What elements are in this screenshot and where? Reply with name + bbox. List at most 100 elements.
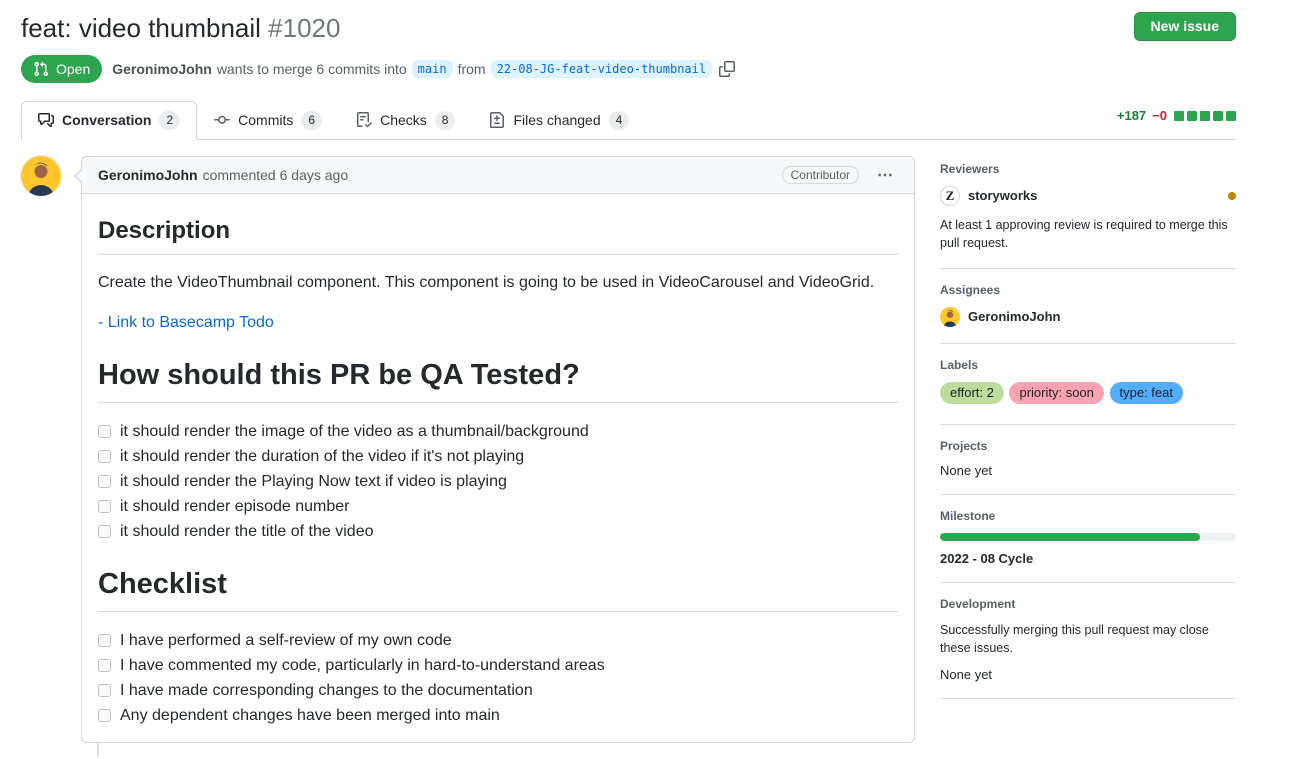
sidebar-section-projects: Projects None yet	[940, 425, 1236, 495]
pr-action-text: wants to merge 6 commits into	[217, 61, 407, 77]
projects-value: None yet	[940, 463, 1236, 478]
diff-block	[1226, 111, 1236, 121]
milestone-progress-fill	[940, 533, 1200, 541]
qa-task-list: it should render the image of the video …	[98, 419, 898, 544]
checklist-icon	[356, 112, 372, 128]
new-issue-button[interactable]: New issue	[1134, 12, 1236, 41]
assignee-name: GeronimoJohn	[968, 309, 1060, 324]
assignee-avatar	[940, 307, 960, 327]
timeline-line	[97, 743, 99, 757]
pr-tabnav: Conversation 2 Commits 6 Checks 8 Files …	[21, 101, 1236, 140]
task-item: it should render the title of the video	[98, 519, 898, 544]
tab-checks-label: Checks	[380, 112, 427, 128]
task-item: it should render the image of the video …	[98, 419, 898, 444]
reviewers-heading: Reviewers	[940, 162, 1236, 176]
page-title: feat: video thumbnail #1020	[21, 12, 340, 45]
diff-block	[1187, 111, 1197, 121]
label-priority[interactable]: priority: soon	[1009, 382, 1103, 404]
task-checkbox	[98, 709, 111, 722]
comment-discussion-icon	[38, 112, 54, 128]
assignees-heading: Assignees	[940, 283, 1236, 297]
description-text: Create the VideoThumbnail component. Thi…	[98, 271, 898, 295]
review-requirement-note: At least 1 approving review is required …	[940, 216, 1236, 252]
task-label: Any dependent changes have been merged i…	[120, 703, 500, 728]
sidebar-section-assignees: Assignees GeronimoJohn	[940, 269, 1236, 344]
head-branch-label[interactable]: 22-08-JG-feat-video-thumbnail	[491, 60, 713, 78]
status-badge: Open	[21, 55, 102, 83]
task-item: it should render the Playing Now text if…	[98, 469, 898, 494]
pr-from-text: from	[458, 61, 486, 77]
tab-files-changed-label: Files changed	[513, 112, 600, 128]
task-checkbox	[98, 425, 111, 438]
diff-block	[1200, 111, 1210, 121]
milestone-progress-track	[940, 533, 1236, 541]
pr-title-text: feat: video thumbnail	[21, 13, 261, 43]
checklist-task-list: I have performed a self-review of my own…	[98, 628, 898, 728]
task-label: it should render the Playing Now text if…	[120, 469, 507, 494]
diffstat-deletions: −0	[1152, 108, 1167, 123]
tab-conversation-label: Conversation	[62, 112, 151, 128]
tab-conversation[interactable]: Conversation 2	[21, 101, 197, 140]
task-item: I have commented my code, particularly i…	[98, 653, 898, 678]
task-item: I have performed a self-review of my own…	[98, 628, 898, 653]
diffstat-additions: +187	[1117, 108, 1146, 123]
task-item: it should render episode number	[98, 494, 898, 519]
diffstat[interactable]: +187 −0	[1117, 108, 1236, 131]
task-item: I have made corresponding changes to the…	[98, 678, 898, 703]
reviewer-row[interactable]: Z storyworks	[940, 186, 1236, 206]
tab-checks[interactable]: Checks 8	[339, 101, 472, 140]
base-branch-label[interactable]: main	[412, 60, 453, 78]
projects-heading: Projects	[940, 439, 1236, 453]
comment-author-link[interactable]: GeronimoJohn	[98, 167, 198, 183]
contributor-badge: Contributor	[782, 166, 859, 184]
pr-meta-row: Open GeronimoJohn wants to merge 6 commi…	[21, 55, 1236, 83]
basecamp-link[interactable]: - Link to Basecamp Todo	[98, 314, 274, 331]
task-item: it should render the duration of the vid…	[98, 444, 898, 469]
assignee-row[interactable]: GeronimoJohn	[940, 307, 1236, 327]
milestone-heading: Milestone	[940, 509, 1236, 523]
author-avatar[interactable]	[21, 156, 61, 196]
qa-heading: How should this PR be QA Tested?	[98, 357, 898, 403]
description-heading: Description	[98, 216, 898, 255]
task-label: it should render the image of the video …	[120, 419, 589, 444]
pr-author-link[interactable]: GeronimoJohn	[112, 61, 212, 77]
comment-header: GeronimoJohn commented 6 days ago Contri…	[82, 157, 914, 194]
development-heading: Development	[940, 597, 1236, 611]
reviewer-avatar: Z	[940, 186, 960, 206]
labels-list: effort: 2 priority: soon type: feat	[940, 382, 1236, 408]
timeline-comment: GeronimoJohn commented 6 days ago Contri…	[21, 156, 915, 744]
milestone-name[interactable]: 2022 - 08 Cycle	[940, 551, 1236, 566]
file-diff-icon	[489, 112, 505, 128]
comment-body: Description Create the VideoThumbnail co…	[82, 194, 914, 743]
kebab-menu-icon[interactable]: ⋯	[873, 165, 898, 185]
development-note: Successfully merging this pull request m…	[940, 621, 1236, 657]
task-label: it should render the title of the video	[120, 519, 374, 544]
tab-files-changed[interactable]: Files changed 4	[472, 101, 646, 140]
sidebar-section-labels: Labels effort: 2 priority: soon type: fe…	[940, 344, 1236, 425]
git-commit-icon	[214, 112, 230, 128]
task-label: it should render the duration of the vid…	[120, 444, 524, 469]
pr-meta-sentence: GeronimoJohn wants to merge 6 commits in…	[112, 60, 737, 78]
checklist-heading: Checklist	[98, 566, 898, 612]
diff-block	[1174, 111, 1184, 121]
pr-sidebar: Reviewers Z storyworks At least 1 approv…	[940, 156, 1236, 700]
git-pull-request-icon	[33, 61, 49, 77]
status-badge-label: Open	[56, 61, 90, 77]
sidebar-section-development: Development Successfully merging this pu…	[940, 583, 1236, 699]
task-checkbox	[98, 634, 111, 647]
tab-commits-count: 6	[301, 111, 322, 130]
development-value: None yet	[940, 667, 1236, 682]
tab-commits[interactable]: Commits 6	[197, 101, 339, 140]
pr-page: feat: video thumbnail #1020 New issue Op…	[0, 0, 1290, 757]
pr-timeline: GeronimoJohn commented 6 days ago Contri…	[21, 156, 915, 758]
sidebar-section-milestone: Milestone 2022 - 08 Cycle	[940, 495, 1236, 583]
comment-timestamp[interactable]: 6 days ago	[280, 167, 349, 183]
label-effort[interactable]: effort: 2	[940, 382, 1004, 404]
copy-branch-button[interactable]	[717, 61, 737, 77]
task-label: I have commented my code, particularly i…	[120, 653, 605, 678]
task-checkbox	[98, 684, 111, 697]
task-checkbox	[98, 500, 111, 513]
label-type[interactable]: type: feat	[1110, 382, 1183, 404]
task-label: it should render episode number	[120, 494, 349, 519]
diff-block	[1213, 111, 1223, 121]
